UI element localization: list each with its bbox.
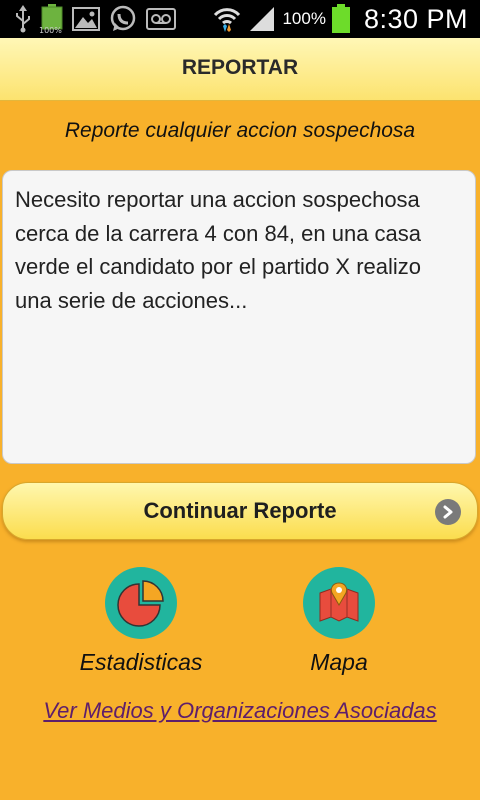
notification-icons: 100% <box>14 4 176 35</box>
continue-report-label: Continuar Reporte <box>143 498 337 523</box>
battery-full-icon: 100% <box>39 4 63 35</box>
map-label: Mapa <box>310 649 368 675</box>
report-textarea[interactable]: Necesito reportar una accion sospechosa … <box>2 170 476 464</box>
clock: 8:30 PM <box>363 3 468 34</box>
wifi-icon <box>212 4 242 34</box>
whatsapp-icon <box>109 5 137 33</box>
page-title: REPORTAR <box>181 56 299 79</box>
battery-icon <box>331 4 350 34</box>
gallery-icon <box>72 7 100 31</box>
voicemail-icon <box>146 8 176 30</box>
associated-organizations-link[interactable]: Ver Medios y Organizaciones Asociadas <box>0 698 480 724</box>
statistics-button[interactable]: Estadisticas <box>61 567 221 676</box>
status-bar: 100% 100% 8:30 PM <box>0 0 480 38</box>
system-icons: 100% 8:30 PM <box>212 0 468 38</box>
chevron-right-icon <box>435 499 461 525</box>
header-bar: REPORTAR <box>0 38 480 101</box>
battery-percent: 100% <box>282 9 326 28</box>
statistics-label: Estadisticas <box>79 649 203 675</box>
map-icon <box>303 567 375 639</box>
pie-chart-icon <box>105 567 177 639</box>
continue-report-button[interactable]: Continuar Reporte <box>2 482 478 540</box>
subtitle: Reporte cualquier accion sospechosa <box>64 119 416 142</box>
signal-icon <box>248 5 276 33</box>
map-button[interactable]: Mapa <box>259 567 419 676</box>
usb-icon <box>14 5 32 33</box>
battery-small-label: 100% <box>39 26 62 35</box>
